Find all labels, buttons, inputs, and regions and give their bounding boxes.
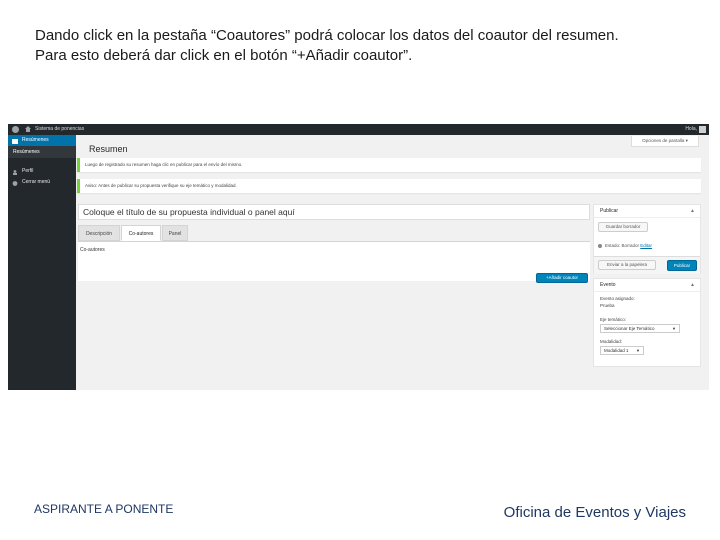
sidebar-item-label: Cerrar menú [22,179,51,185]
instruction-line-1: Dando click en la pestaña “Coautores” po… [35,27,619,44]
document-icon [12,138,18,144]
event-label: Evento asignado: [600,296,635,301]
status-label: Estado: [605,243,622,248]
publish-button[interactable]: Publicar [667,260,697,271]
modality-select[interactable]: Modalidad 1 ▼ [600,346,644,355]
tab-descripcion[interactable]: Descripción [78,225,120,241]
toggle-arrow-icon[interactable]: ▲ [690,205,695,218]
instruction-line-2: Para esto deberá dar click en el botón “… [35,47,413,64]
event-box-header[interactable]: Evento ▲ [594,279,700,292]
instruction-text: Dando click en la pestaña “Coautores” po… [35,26,705,66]
pin-icon [598,243,602,248]
collapse-icon [12,180,18,186]
site-name-link[interactable]: Sistema de ponencias [35,126,84,133]
admin-bar: Sistema de ponencias Hola, [8,124,709,135]
chevron-down-icon: ▼ [672,326,676,331]
main-content: Opciones de pantalla ▾ Resumen Luego de … [76,135,709,390]
notice-publish-info: Luego de registrado su resumen haga clic… [77,158,701,172]
notice-warning: Aviso: Antes de publicar su propuesta ve… [77,179,701,193]
footer-office-name: Oficina de Eventos y Viajes [503,504,686,521]
status-edit-link[interactable]: Editar [640,243,652,248]
sidebar-item-collapse[interactable]: Cerrar menú [8,177,76,188]
sidebar-subitem-label: Resúmenes [13,149,40,155]
modality-label: Modalidad: [600,339,623,344]
coauthors-label: Co-autores [80,247,105,253]
coauthors-panel: Co-autores +Añadir coautor [78,241,590,283]
event-box-title: Evento [600,282,616,288]
status-line: Estado: Borrador Editar [598,243,652,249]
tab-panel[interactable]: Panel [162,225,188,241]
screen-options-button[interactable]: Opciones de pantalla ▾ [631,136,699,147]
publish-box-title: Publicar [600,208,619,214]
chevron-down-icon: ▼ [636,348,640,353]
status-value: Borrador [621,243,640,248]
wordpress-logo-icon[interactable] [12,126,19,133]
avatar[interactable] [699,126,706,133]
theme-select-value: Seleccionar Eje Temático [604,326,655,331]
tab-coautores[interactable]: Co-autores [121,225,161,241]
event-box: Evento ▲ Evento asignado: Prueba Eje tem… [593,278,701,367]
home-icon[interactable] [25,126,31,132]
page-title: Resumen [89,144,128,154]
sidebar-item-label: Resúmenes [22,137,49,143]
theme-label: Eje temático: [600,317,627,322]
footer-role-label: ASPIRANTE A PONENTE [34,502,174,516]
publish-box: Publicar ▲ Guardar borrador Estado: Borr… [593,204,701,274]
event-value: Prueba [600,303,615,308]
title-input[interactable]: Coloque el título de su propuesta indivi… [78,204,590,220]
wp-admin-screenshot: Sistema de ponencias Hola, Resúmenes Res… [8,124,709,390]
add-coauthor-button[interactable]: +Añadir coautor [536,273,588,283]
toggle-arrow-icon[interactable]: ▲ [690,279,695,292]
sidebar-item-perfil[interactable]: Perfil [8,166,76,177]
user-icon [12,169,18,175]
sidebar-item-label: Perfil [22,168,34,174]
save-draft-button[interactable]: Guardar borrador [598,222,648,232]
sidebar-item-resumenes[interactable]: Resúmenes [8,135,76,146]
sidebar-subitem-resumenes[interactable]: Resúmenes [8,146,76,158]
publish-box-header[interactable]: Publicar ▲ [594,205,700,218]
user-greeting[interactable]: Hola, [685,126,697,133]
theme-select[interactable]: Seleccionar Eje Temático ▼ [600,324,680,333]
publish-box-footer: Enviar a la papelera Publicar [594,256,700,274]
admin-sidebar: Resúmenes Resúmenes Perfil Cerrar menú [8,135,76,390]
modality-select-value: Modalidad 1 [604,348,629,353]
move-to-trash-button[interactable]: Enviar a la papelera [598,260,656,270]
